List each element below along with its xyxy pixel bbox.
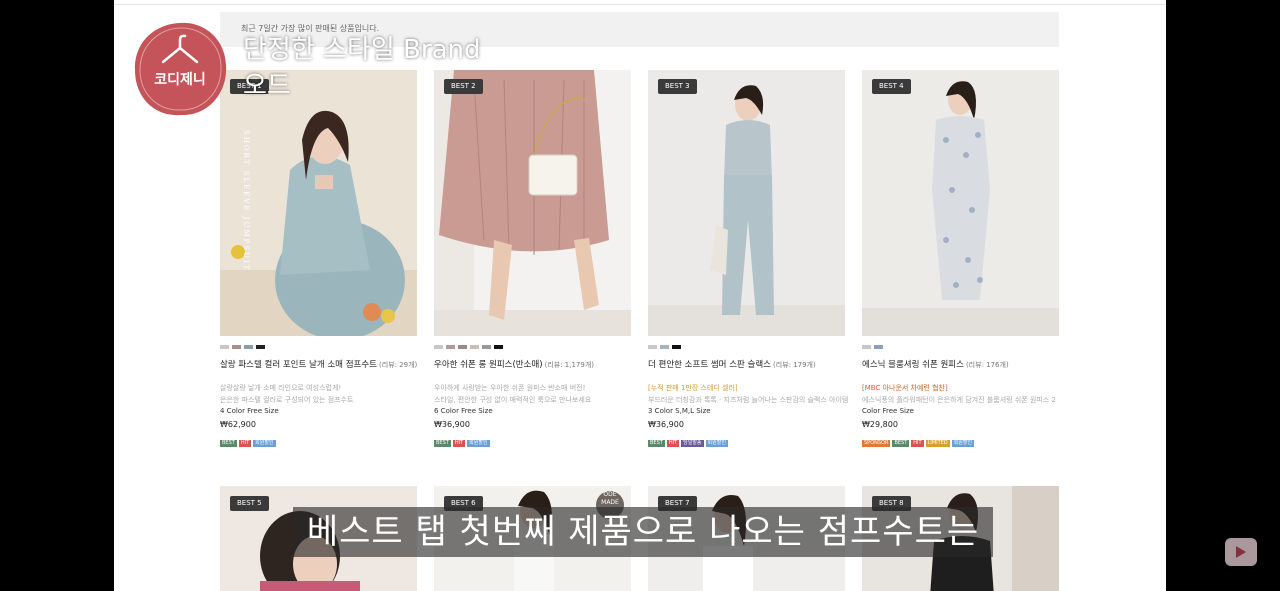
tag-hit: HIT bbox=[452, 440, 466, 447]
product-name-text[interactable]: 더 편안한 소프트 썸머 스판 슬랙스 bbox=[648, 360, 771, 370]
review-count: (리뷰: 179개) bbox=[773, 361, 816, 369]
swatch[interactable] bbox=[874, 345, 883, 349]
review-count: (리뷰: 29개) bbox=[378, 361, 418, 369]
swatch[interactable] bbox=[494, 345, 503, 349]
color-swatches bbox=[434, 345, 503, 350]
video-subtitle: 베스트 탭 첫번째 제품으로 나오는 점프수트는 bbox=[306, 512, 980, 552]
product-tags: SPONSOR BEST HIT LIMITED 회원할인 bbox=[862, 440, 975, 447]
product-card-2[interactable]: BEST 2 우아한 쉬폰 롱 원피스(반소매) (리뷰: 1,179개) 우아하… bbox=[434, 70, 631, 450]
product-desc: 우아하게 사랑받는 우아한 쉬폰 원피스 반소매 버전! bbox=[434, 384, 586, 392]
product-sizes: 6 Color Free Size bbox=[434, 407, 493, 415]
swatch[interactable] bbox=[648, 345, 657, 349]
swatch[interactable] bbox=[482, 345, 491, 349]
swatch[interactable] bbox=[660, 345, 669, 349]
product-price: ₩36,900 bbox=[434, 420, 470, 429]
play-button[interactable] bbox=[1225, 538, 1257, 566]
product-desc: [MBC 아나운서 차예련 협찬] bbox=[862, 384, 948, 392]
product-sizes: Color Free Size bbox=[862, 407, 914, 415]
product-desc: 스타일, 편안한 구성 없이 매력적인 룩으로 만나보세요 bbox=[434, 396, 592, 404]
product-card-1[interactable]: SHORT SLEEVE JUMPSUIT BEST 1 살랑 파스텔 컬러 포… bbox=[220, 70, 417, 450]
swatch[interactable] bbox=[470, 345, 479, 349]
product-image-1[interactable]: SHORT SLEEVE JUMPSUIT BEST 1 bbox=[220, 70, 417, 336]
color-swatches bbox=[220, 345, 265, 350]
tag-best: BEST bbox=[648, 440, 665, 447]
product-image-caption: SHORT SLEEVE JUMPSUIT bbox=[242, 130, 250, 271]
product-name[interactable]: 우아한 쉬폰 롱 원피스(반소매) (리뷰: 1,179개) bbox=[434, 358, 594, 370]
product-image-4[interactable]: BEST 4 bbox=[862, 70, 1059, 336]
product-desc: 부드러운 터칭감과 톡톡 · 지즈처럼 늘어나는 스판감의 슬랙스 아이템 bbox=[648, 396, 849, 404]
product-name-text[interactable]: 에스닉 블룸셔링 쉬폰 원피스 bbox=[862, 360, 964, 370]
swatch[interactable] bbox=[232, 345, 241, 349]
review-count: (리뷰: 1,179개) bbox=[544, 361, 594, 369]
play-icon bbox=[1236, 546, 1246, 558]
best-badge: BEST 5 bbox=[230, 496, 269, 511]
tag-member: 회원할인 bbox=[705, 440, 728, 447]
tag-best: BEST bbox=[892, 440, 910, 447]
color-swatches bbox=[648, 345, 681, 350]
product-tags: BEST HIT 회원할인 bbox=[220, 440, 276, 447]
tag-member: 회원할인 bbox=[467, 440, 490, 447]
product-name-text[interactable]: 우아한 쉬폰 롱 원피스(반소매) bbox=[434, 360, 543, 370]
swatch[interactable] bbox=[446, 345, 455, 349]
product-price: ₩36,900 bbox=[648, 420, 684, 429]
video-title-overlay: 단정한 스타일 Brand 오드 bbox=[243, 32, 481, 104]
swatch[interactable] bbox=[434, 345, 443, 349]
product-desc: [누적 판매 1만장 스테디 셀러] bbox=[648, 384, 738, 392]
swatch[interactable] bbox=[220, 345, 229, 349]
video-title-line-2: 오드 bbox=[243, 71, 291, 101]
product-sizes: 3 Color S,M,L Size bbox=[648, 407, 711, 415]
logo-text: 코디제니 bbox=[154, 72, 206, 88]
product-desc: 살랑살랑 날개 소매 라인으로 여성스럽게! bbox=[220, 384, 342, 392]
product-name[interactable]: 에스닉 블룸셔링 쉬폰 원피스 (리뷰: 176개) bbox=[862, 358, 1009, 370]
product-card-3[interactable]: BEST 3 더 편안한 소프트 썸머 스판 슬랙스 (리뷰: 179개) [누적… bbox=[648, 70, 849, 450]
product-image-2[interactable]: BEST 2 bbox=[434, 70, 631, 336]
swatch[interactable] bbox=[256, 345, 265, 349]
product-tags: BEST HIT 회원할인 bbox=[434, 440, 490, 447]
product-card-4[interactable]: BEST 4 에스닉 블룸셔링 쉬폰 원피스 (리뷰: 176개) [MBC 아나… bbox=[862, 70, 1059, 450]
tag-member: 회원할인 bbox=[951, 440, 975, 447]
swatch[interactable] bbox=[672, 345, 681, 349]
product-desc: 에스닉풍의 플라워패턴이 은은하게 담겨진 블룸셔링 쉬폰 원피스 2 bbox=[862, 396, 1056, 404]
tag-hit: HIT bbox=[666, 440, 680, 447]
swatch[interactable] bbox=[244, 345, 253, 349]
product-price: ₩62,900 bbox=[220, 420, 256, 429]
product-image-3[interactable]: BEST 3 bbox=[648, 70, 845, 336]
color-swatches bbox=[862, 345, 883, 350]
swatch[interactable] bbox=[862, 345, 871, 349]
swatch[interactable] bbox=[458, 345, 467, 349]
product-tags: BEST HIT 당일발송 회원할인 bbox=[648, 440, 728, 447]
divider bbox=[114, 4, 1166, 5]
review-count: (리뷰: 176개) bbox=[965, 361, 1009, 369]
channel-logo: 코디제니 bbox=[134, 22, 227, 116]
product-desc: 은은한 파스텔 컬러로 구성되어 있는 점프수트 bbox=[220, 396, 354, 404]
video-title-line-1: 단정한 스타일 Brand bbox=[243, 35, 481, 65]
product-name-text[interactable]: 살랑 파스텔 컬러 포인트 날개 소매 점프수트 bbox=[220, 360, 377, 370]
tag-limited: LIMITED bbox=[925, 440, 950, 447]
tag-member: 회원할인 bbox=[253, 440, 276, 447]
tag-sameday: 당일발송 bbox=[681, 440, 704, 447]
product-sizes: 4 Color Free Size bbox=[220, 407, 279, 415]
tag-sponsor: SPONSOR bbox=[862, 440, 891, 447]
tag-hit: HIT bbox=[238, 440, 252, 447]
tag-hit: HIT bbox=[911, 440, 924, 447]
best-badge: BEST 4 bbox=[872, 79, 911, 94]
tag-best: BEST bbox=[434, 440, 451, 447]
best-badge: BEST 3 bbox=[658, 79, 697, 94]
product-name[interactable]: 살랑 파스텔 컬러 포인트 날개 소매 점프수트 (리뷰: 29개) bbox=[220, 358, 417, 370]
product-price: ₩29,800 bbox=[862, 420, 898, 429]
product-name[interactable]: 더 편안한 소프트 썸머 스판 슬랙스 (리뷰: 179개) bbox=[648, 358, 816, 370]
tag-best: BEST bbox=[220, 440, 237, 447]
